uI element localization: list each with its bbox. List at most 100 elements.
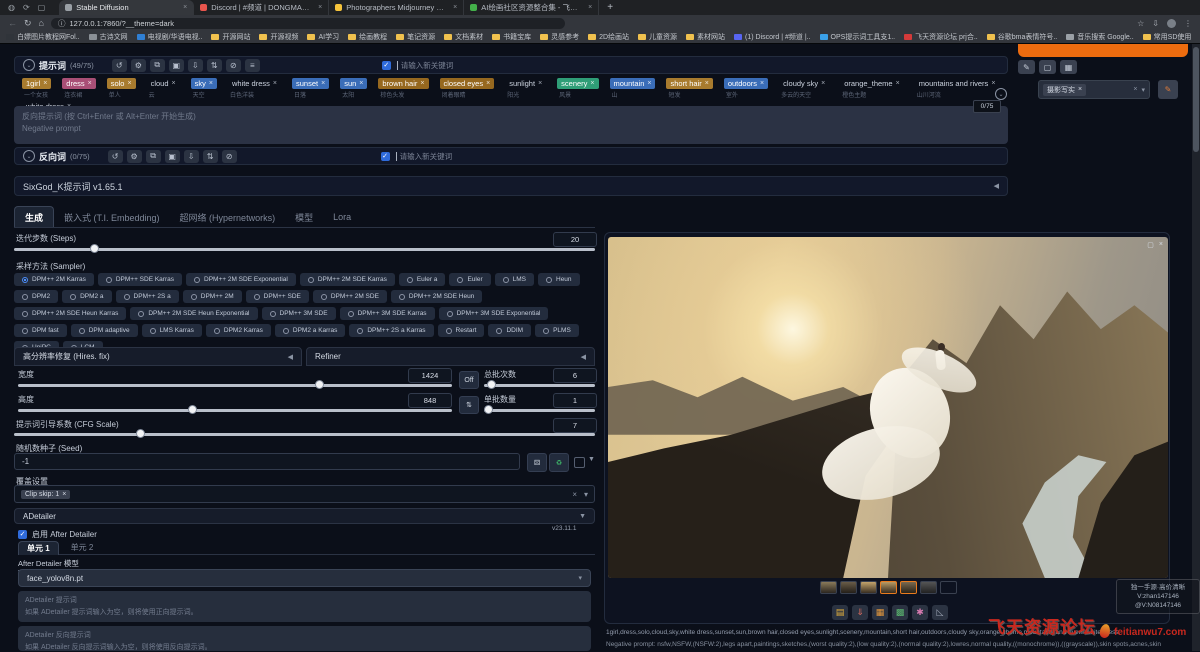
sort-icon[interactable]: ⇅ — [203, 150, 218, 163]
refiner-accordion[interactable]: Refiner◀ — [306, 347, 595, 366]
sampler-option[interactable]: DPM++ 2M Karras — [14, 273, 94, 286]
window-icons[interactable]: ◍⟳▢ — [0, 3, 45, 12]
remove-tag-icon[interactable]: × — [273, 80, 277, 87]
scroll-tags-button[interactable]: ⌄ — [995, 88, 1007, 100]
remove-tag-icon[interactable]: × — [127, 80, 131, 87]
clear-icon[interactable]: ⊘ — [222, 150, 237, 163]
swap-dimensions-button[interactable]: ⇅ — [459, 396, 479, 414]
prompt-tag[interactable]: cloud × 云 — [147, 78, 180, 99]
new-keyword-input[interactable]: ✓ 请输入新关键词 — [382, 60, 454, 71]
adetailer-unit-tab[interactable]: 单元 1 — [18, 541, 59, 555]
clear-all-icon[interactable]: × — [572, 490, 577, 499]
send-to-img2img-button[interactable]: ▩ — [892, 605, 908, 620]
site-info-icon[interactable]: ⓘ — [58, 18, 66, 29]
sampler-option[interactable]: DPM2 a — [62, 290, 111, 303]
sampler-option[interactable]: DPM++ 3M SDE Karras — [340, 307, 435, 320]
width-slider[interactable] — [18, 384, 452, 387]
bookmark-item[interactable]: 书籍宝库 — [492, 32, 531, 42]
browser-tab[interactable]: AI绘画社区资源整合集 - 飞天资源 × — [464, 0, 599, 15]
main-tab[interactable]: 超网络 (Hypernetworks) — [170, 207, 286, 227]
clear-styles-icon[interactable]: × — [1133, 86, 1137, 94]
batch-size-value[interactable]: 1 — [553, 393, 597, 408]
main-tab[interactable]: Lora — [323, 207, 361, 227]
gallery-thumbnail[interactable] — [840, 581, 857, 594]
remove-tag-icon[interactable]: × — [321, 80, 325, 87]
main-tab[interactable]: 生成 — [14, 206, 54, 227]
sampler-option[interactable]: DPM++ 3M SDE Exponential — [439, 307, 549, 320]
sampler-option[interactable]: DPM++ 2M SDE — [313, 290, 387, 303]
prompt-tag[interactable]: outdoors × 室外 — [724, 78, 768, 99]
main-tab[interactable]: 嵌入式 (T.I. Embedding) — [54, 207, 170, 227]
browser-tab[interactable]: Stable Diffusion × — [59, 0, 194, 15]
bookmark-item[interactable]: 文档素材 — [444, 32, 483, 42]
generate-button[interactable] — [1018, 44, 1188, 57]
sampler-option[interactable]: DPM++ 2S a — [116, 290, 179, 303]
sort-icon[interactable]: ⇅ — [207, 59, 222, 72]
tab-close-icon[interactable]: × — [588, 4, 592, 11]
bookmark-item[interactable]: 电视剧/华语电视.. — [137, 32, 203, 42]
edit-button[interactable]: ✎ — [1018, 60, 1035, 74]
sampler-option[interactable]: DPM++ 2M SDE Heun — [391, 290, 482, 303]
prompt-tag[interactable]: cloudy sky × 多云的天空 — [779, 78, 829, 99]
bookmark-item[interactable]: OPS提示词工具支1.. — [820, 32, 896, 42]
close-preview-icon[interactable]: × — [1159, 241, 1163, 249]
bookmark-item[interactable]: AI学习 — [307, 32, 339, 42]
sampler-option[interactable]: DPM++ 3M SDE — [262, 307, 336, 320]
remove-tag-icon[interactable]: × — [43, 80, 47, 87]
prompt-tag[interactable]: sun × 太阳 — [340, 78, 367, 99]
sampler-option[interactable]: DPM2 — [14, 290, 58, 303]
list-icon[interactable]: ≡ — [245, 59, 260, 72]
save-zip-button[interactable]: ▦ — [872, 605, 888, 620]
sampler-option[interactable]: DPM fast — [14, 324, 67, 337]
prompt-tag[interactable]: dress × 连衣裙 — [62, 78, 95, 99]
steps-value[interactable]: 20 — [553, 232, 597, 247]
sampler-option[interactable]: Euler a — [399, 273, 446, 286]
grid-icon[interactable]: ▣ — [165, 150, 180, 163]
keyword-checkbox[interactable]: ✓ — [381, 152, 390, 161]
url-field[interactable]: ⓘ 127.0.0.1:7860/?__theme=dark — [51, 18, 565, 29]
remove-tag-icon[interactable]: × — [209, 80, 213, 87]
gallery-thumbnail[interactable] — [900, 581, 917, 594]
keyword-checkbox[interactable]: ✓ — [382, 61, 391, 70]
prompt-tag[interactable]: brown hair × 棕色头发 — [378, 78, 428, 99]
batch-size-slider[interactable] — [484, 409, 595, 412]
width-value[interactable]: 1424 — [408, 368, 452, 383]
remove-override-icon[interactable]: × — [62, 491, 66, 498]
sampler-option[interactable]: DPM++ 2M — [183, 290, 242, 303]
open-folder-button[interactable]: ▤ — [832, 605, 848, 620]
prompt-tag[interactable]: 1girl × 一个女孩 — [22, 78, 51, 99]
bookmark-item[interactable]: 常用SD使用 — [1143, 32, 1192, 42]
sampler-option[interactable]: DPM++ 2M SDE Exponential — [186, 273, 296, 286]
remove-tag-icon[interactable]: × — [896, 80, 900, 87]
sampler-option[interactable]: LMS Karras — [142, 324, 202, 337]
sync-icon[interactable]: ⟳ — [23, 3, 30, 12]
style-tag[interactable]: 摄影写实 × — [1043, 84, 1086, 96]
override-dropdown-icon[interactable]: ▾ — [584, 490, 588, 499]
copy-icon[interactable]: ⧉ — [150, 59, 165, 72]
sampler-option[interactable]: DPM++ 2S a Karras — [349, 324, 433, 337]
bookmark-star-icon[interactable]: ☆ — [1137, 19, 1144, 28]
grid-icon[interactable]: ▣ — [169, 59, 184, 72]
remove-tag-icon[interactable]: × — [486, 80, 490, 87]
bookmark-item[interactable]: 灵感参考 — [540, 32, 579, 42]
steps-slider[interactable] — [14, 248, 595, 251]
prompt-tag[interactable]: white dress × 白色洋装 — [228, 78, 281, 99]
send-to-extras-button[interactable]: ◺ — [932, 605, 948, 620]
bookmark-item[interactable]: 绘画教程 — [348, 32, 387, 42]
undo-icon[interactable]: ↺ — [108, 150, 123, 163]
adetailer-prompt-textarea[interactable]: ADetailer 提示词 如果 ADetailer 提示词输入为空，则将使用正… — [18, 591, 591, 622]
undo-icon[interactable]: ↺ — [112, 59, 127, 72]
adetailer-enable-row[interactable]: ✓ 启用 After Detailer — [18, 529, 97, 540]
bookmark-item[interactable]: 音乐搜索 Google.. — [1066, 32, 1133, 42]
prompt-tag[interactable]: sky × 天空 — [191, 78, 217, 99]
prompt-tag[interactable]: sunlight × 阳光 — [505, 78, 546, 99]
remove-tag-icon[interactable]: × — [590, 80, 594, 87]
copy-button[interactable]: ▢ — [1039, 60, 1056, 74]
sampler-option[interactable]: Restart — [438, 324, 485, 337]
prompt-tag[interactable]: sunset × 日落 — [292, 78, 329, 99]
sampler-option[interactable]: DPM++ SDE — [246, 290, 309, 303]
apply-style-button[interactable]: ✎ — [1158, 80, 1178, 99]
adetailer-negative-textarea[interactable]: ADetailer 反向提示词 如果 ADetailer 反向提示词输入为空，则… — [18, 626, 591, 651]
remove-style-icon[interactable]: × — [1078, 86, 1082, 93]
override-tag[interactable]: Clip skip: 1 × — [21, 490, 70, 499]
